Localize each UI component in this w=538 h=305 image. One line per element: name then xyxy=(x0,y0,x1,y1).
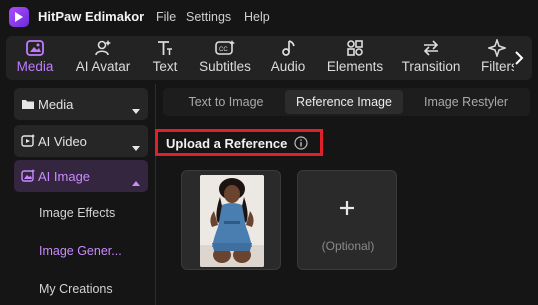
caret-up-icon xyxy=(132,173,140,191)
info-icon[interactable] xyxy=(294,136,308,150)
text-icon xyxy=(156,39,174,57)
toolbar-filters[interactable]: Filters xyxy=(474,36,514,80)
filters-icon xyxy=(488,39,506,57)
upload-reference-heading: Upload a Reference xyxy=(155,129,323,156)
menu-settings[interactable]: Settings xyxy=(186,10,231,24)
ai-image-icon xyxy=(21,169,35,187)
reference-photo-thumbnail xyxy=(200,175,264,267)
toolbar-audio[interactable]: Audio xyxy=(266,36,310,80)
sidebar-section-media[interactable]: Media xyxy=(14,88,148,120)
optional-label: (Optional) xyxy=(321,239,375,253)
svg-text:CC: CC xyxy=(219,47,228,53)
optional-upload-slot[interactable]: (Optional) xyxy=(297,170,397,270)
app-logo-icon xyxy=(9,7,29,27)
toolbar-subtitles[interactable]: CC Subtitles xyxy=(194,36,256,80)
toolbar-text[interactable]: Text xyxy=(144,36,186,80)
reference-image-card[interactable] xyxy=(181,170,281,270)
menu-file[interactable]: File xyxy=(156,10,176,24)
caret-down-icon xyxy=(132,101,140,119)
sidebar-section-ai-video[interactable]: AI Video xyxy=(14,125,148,157)
toolbar-subtitles-label: Subtitles xyxy=(199,59,251,74)
folder-icon xyxy=(21,97,35,115)
elements-icon xyxy=(346,39,364,57)
tab-text-to-image[interactable]: Text to Image xyxy=(171,90,281,114)
toolbar-media-label: Media xyxy=(16,59,54,74)
sidebar-item-my-creations[interactable]: My Creations xyxy=(39,282,113,296)
toolbar-ai-avatar-label: AI Avatar xyxy=(75,59,131,74)
toolbar-audio-label: Audio xyxy=(270,59,306,74)
toolbar-transition-label: Transition xyxy=(401,59,461,74)
toolbar-scroll-right-button[interactable] xyxy=(510,46,528,70)
caret-down-icon xyxy=(132,138,140,156)
toolbar-elements[interactable]: Elements xyxy=(320,36,390,80)
plus-icon xyxy=(338,199,356,222)
sidebar-section-ai-video-label: AI Video xyxy=(38,134,87,149)
sidebar-item-image-generator[interactable]: Image Gener... xyxy=(39,244,122,258)
ai-avatar-icon xyxy=(94,39,112,57)
image-mode-tabs: Text to Image Reference Image Image Rest… xyxy=(163,88,530,116)
title-bar: HitPaw Edimakor File Settings Help xyxy=(0,0,538,34)
toolbar-text-label: Text xyxy=(152,59,178,74)
menu-help[interactable]: Help xyxy=(244,10,270,24)
sidebar: Media AI Video AI Image Image Effects Im… xyxy=(0,84,152,305)
toolbar-ai-avatar[interactable]: AI Avatar xyxy=(72,36,134,80)
upload-reference-title: Upload a Reference xyxy=(166,136,288,151)
chevron-right-icon xyxy=(515,51,524,65)
ai-video-icon xyxy=(21,134,35,152)
audio-icon xyxy=(280,39,296,57)
main-toolbar: Media AI Avatar Text CC Subtitles Audio … xyxy=(6,36,532,80)
tab-image-restyler[interactable]: Image Restyler xyxy=(411,90,521,114)
sidebar-item-image-effects[interactable]: Image Effects xyxy=(39,206,115,220)
toolbar-transition[interactable]: Transition xyxy=(398,36,464,80)
sidebar-divider xyxy=(155,84,156,305)
toolbar-media[interactable]: Media xyxy=(12,36,58,80)
sidebar-section-media-label: Media xyxy=(38,97,74,112)
media-icon xyxy=(26,39,44,57)
subtitles-icon: CC xyxy=(215,39,235,57)
sidebar-section-ai-image-label: AI Image xyxy=(38,169,91,184)
sidebar-section-ai-image[interactable]: AI Image xyxy=(14,160,148,192)
tab-reference-image[interactable]: Reference Image xyxy=(285,90,403,114)
app-name: HitPaw Edimakor xyxy=(38,9,145,24)
toolbar-elements-label: Elements xyxy=(326,59,384,74)
transition-icon xyxy=(421,39,441,57)
